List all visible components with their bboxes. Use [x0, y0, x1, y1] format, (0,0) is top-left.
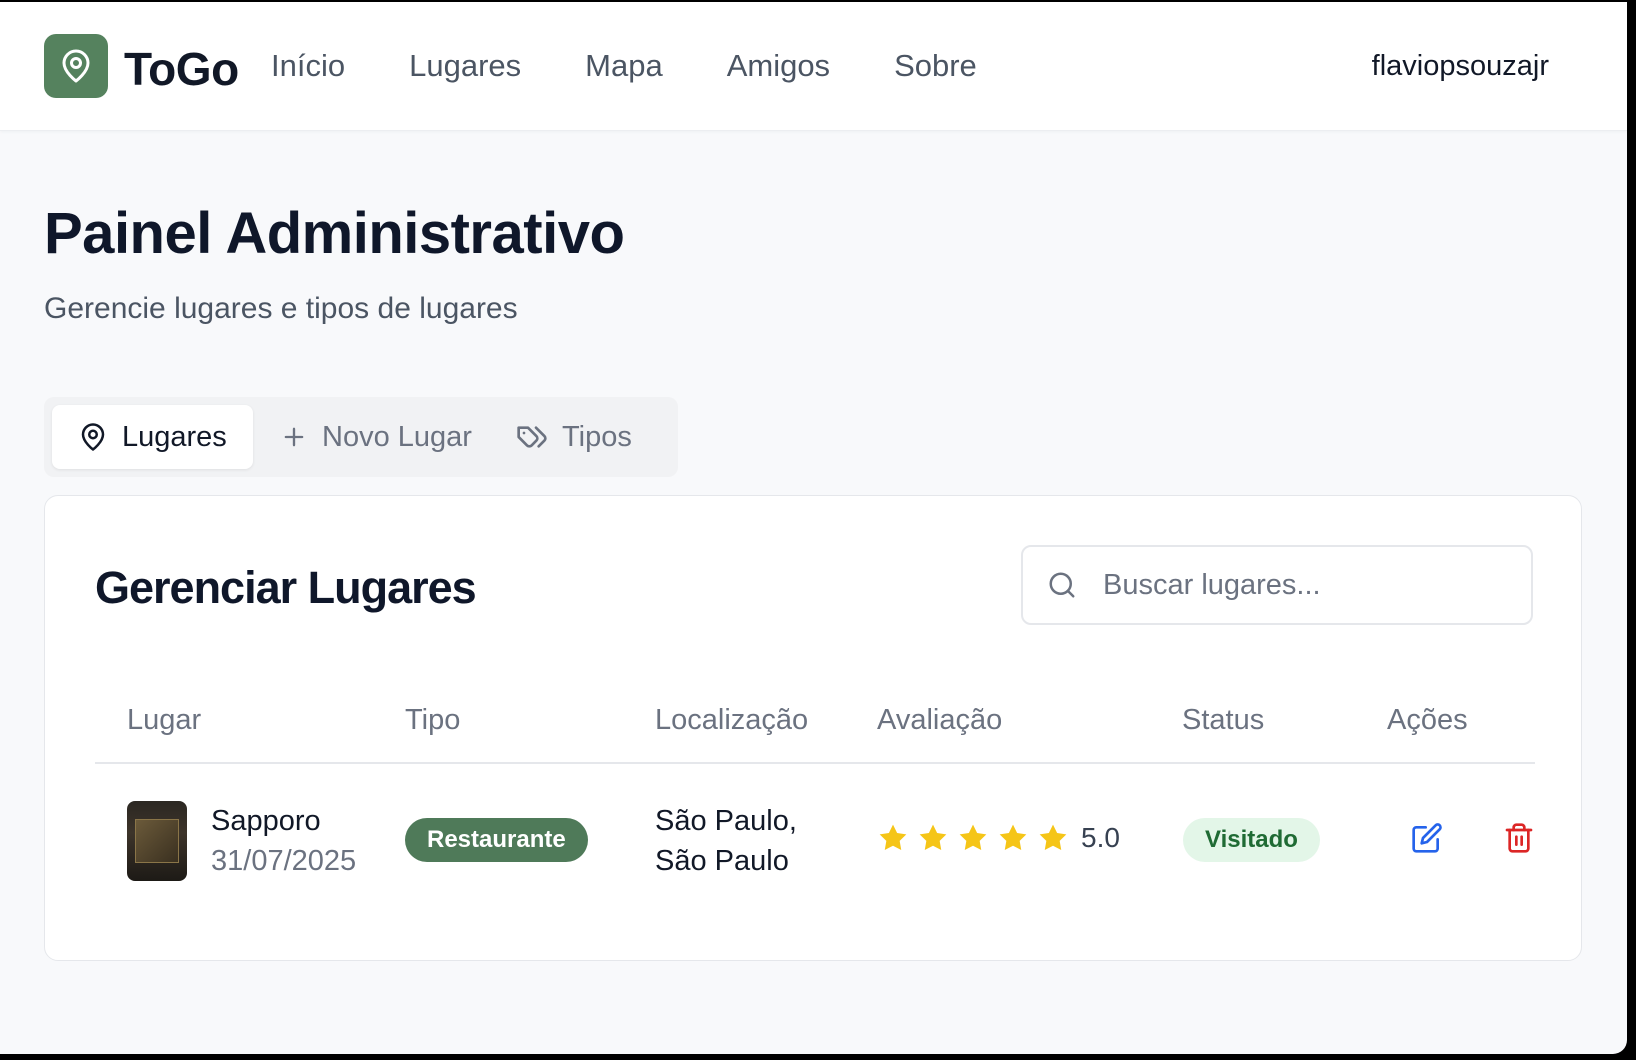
- edit-button[interactable]: [1411, 822, 1443, 859]
- card-title: Gerenciar Lugares: [95, 562, 477, 613]
- trash-icon: [1505, 823, 1533, 853]
- star-icon: [999, 824, 1027, 851]
- map-pin-icon: [62, 49, 90, 83]
- logo-badge[interactable]: [44, 34, 108, 98]
- thumbnail-image: [135, 819, 179, 863]
- star-icon: [1039, 824, 1067, 851]
- tab-label: Lugares: [122, 420, 227, 453]
- delete-button[interactable]: [1503, 822, 1535, 859]
- rating-stars: 5.0: [877, 822, 1120, 854]
- star-icon: [919, 824, 947, 851]
- tags-icon: [517, 426, 547, 448]
- main-nav: Início Lugares Mapa Amigos Sobre: [271, 48, 977, 84]
- column-header-acoes: Ações: [1387, 704, 1468, 736]
- page-title: Painel Administrativo: [44, 201, 625, 266]
- column-header-avaliacao[interactable]: Avaliação: [877, 704, 1002, 737]
- plus-icon: [284, 427, 304, 447]
- nav-sobre[interactable]: Sobre: [894, 48, 977, 84]
- top-nav-bar: ToGo Início Lugares Mapa Amigos Sobre fl…: [0, 2, 1627, 131]
- brand-name[interactable]: ToGo: [124, 42, 239, 96]
- column-header-lugar[interactable]: Lugar: [127, 704, 201, 737]
- location-state: São Paulo: [655, 845, 789, 877]
- tab-lugares[interactable]: Lugares: [52, 405, 253, 469]
- type-badge: Restaurante: [405, 818, 588, 862]
- app-window: ToGo Início Lugares Mapa Amigos Sobre fl…: [0, 2, 1627, 1054]
- search-icon: [1049, 572, 1075, 598]
- tab-tipos[interactable]: Tipos: [490, 405, 658, 469]
- tab-label: Novo Lugar: [322, 420, 472, 453]
- status-badge: Visitado: [1183, 818, 1320, 862]
- table-header: Lugar Tipo Localização Avaliação Status …: [95, 696, 1535, 764]
- place-name: Sapporo: [211, 805, 321, 837]
- map-pin-icon: [81, 423, 105, 451]
- nav-inicio[interactable]: Início: [271, 48, 345, 84]
- tab-label: Tipos: [562, 420, 632, 453]
- admin-tabs: Lugares Novo Lugar Tipos: [44, 397, 678, 477]
- nav-amigos[interactable]: Amigos: [727, 48, 830, 84]
- nav-lugares[interactable]: Lugares: [409, 48, 521, 84]
- column-header-tipo[interactable]: Tipo: [405, 704, 460, 737]
- page-subtitle: Gerencie lugares e tipos de lugares: [44, 292, 518, 325]
- search-input[interactable]: [1103, 568, 1503, 602]
- table-row: Sapporo 31/07/2025 Restaurante São Paulo…: [95, 766, 1535, 916]
- nav-mapa[interactable]: Mapa: [585, 48, 663, 84]
- rating-value: 5.0: [1081, 822, 1120, 853]
- user-menu[interactable]: flaviopsouzajr: [1372, 50, 1549, 83]
- star-icon: [959, 824, 987, 851]
- edit-icon: [1412, 823, 1442, 853]
- star-icon: [879, 824, 907, 851]
- tab-novo-lugar[interactable]: Novo Lugar: [254, 405, 498, 469]
- place-thumbnail: [127, 801, 187, 881]
- places-card: Gerenciar Lugares Lugar Tipo Localização…: [44, 495, 1582, 961]
- column-header-status[interactable]: Status: [1182, 704, 1264, 737]
- column-header-localizacao[interactable]: Localização: [655, 704, 808, 737]
- search-box: [1021, 545, 1533, 625]
- place-date: 31/07/2025: [211, 845, 357, 877]
- location-city: São Paulo,: [655, 805, 797, 837]
